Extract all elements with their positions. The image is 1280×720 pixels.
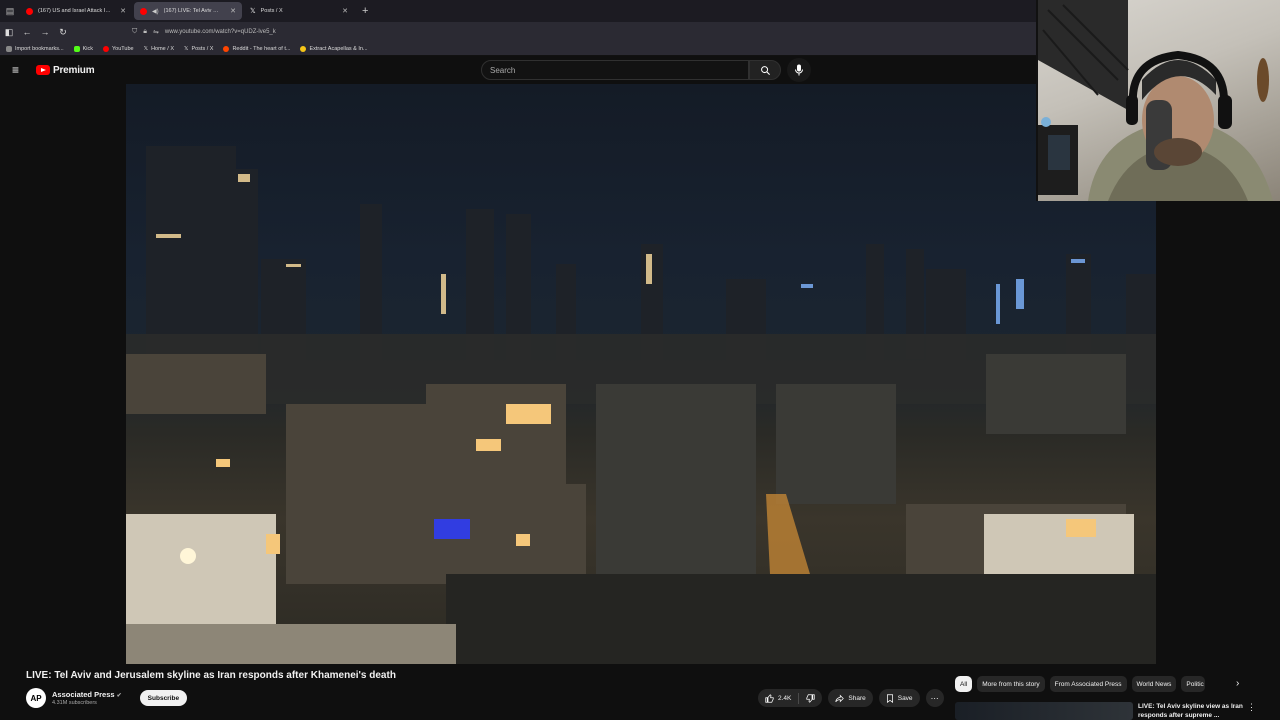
youtube-icon [36, 65, 50, 75]
tab-label: (167) US and Israel Attack Iran [38, 8, 112, 14]
more-actions-button[interactable]: ⋯ [925, 689, 944, 707]
import-icon [6, 45, 12, 52]
verified-icon: ✔︎ [116, 693, 122, 699]
bookmark-youtube[interactable]: YouTube [103, 45, 134, 52]
close-tab-icon[interactable]: ✕ [230, 7, 236, 15]
tab-label: (167) LIVE: Tel Aviv and Jer... [163, 8, 222, 14]
chip-more-from-story[interactable]: More from this story [977, 676, 1045, 692]
menu-icon[interactable]: ≡ [12, 63, 24, 77]
like-dislike-group: 2.4K [758, 689, 823, 707]
bookmark-icon [886, 693, 893, 703]
browser-tab-strip: ▤ (167) US and Israel Attack Iran ✕ ◀) (… [0, 0, 1040, 22]
right-margin [1156, 201, 1280, 663]
like-count: 2.4K [778, 694, 792, 702]
chip-politics[interactable]: Politic [1181, 676, 1206, 692]
bookmarks-bar: Import bookmarks... Kick YouTube 𝕏 Home /… [0, 42, 1040, 56]
video-actions: 2.4K Share Save ⋯ [758, 689, 944, 707]
bookmark-reddit[interactable]: Reddit - The heart of t... [223, 45, 291, 52]
tab-label: Posts / X [260, 8, 283, 14]
browser-tab[interactable]: 𝕏 Posts / X ✕ [244, 2, 354, 20]
x-icon: 𝕏 [143, 45, 149, 52]
recommended-title[interactable]: LIVE: Tel Aviv skyline view as Iran resp… [1138, 702, 1250, 720]
channel-name[interactable]: Associated Press ✔︎ [52, 690, 122, 699]
video-title: LIVE: Tel Aviv and Jerusalem skyline as … [26, 670, 396, 681]
search-input[interactable]: Search [481, 60, 749, 80]
x-icon: 𝕏 [250, 8, 256, 15]
close-tab-icon[interactable]: ✕ [120, 7, 126, 15]
more-horizontal-icon: ⋯ [930, 693, 939, 703]
sidebar-toggle-icon[interactable]: ◧ [0, 27, 18, 38]
permissions-icon[interactable]: ⇋ [153, 28, 159, 36]
bookmark-import[interactable]: Import bookmarks... [6, 45, 64, 52]
youtube-logo[interactable]: Premium [36, 64, 95, 76]
logo-text: Premium [53, 64, 95, 76]
bookmark-kick[interactable]: Kick [73, 45, 93, 52]
shield-icon[interactable]: ⛉ [132, 28, 137, 36]
forward-icon[interactable]: → [36, 27, 54, 37]
chip-all[interactable]: All [955, 676, 973, 692]
youtube-icon [103, 45, 109, 52]
kick-icon [73, 45, 80, 52]
url-bar[interactable]: ⛉ 🔒︎ ⇋ www.youtube.com/watch?v=qUDZ-lve5… [132, 24, 912, 40]
thumbs-down-icon [806, 693, 815, 703]
recommendation-chips: All More from this story From Associated… [955, 676, 1206, 692]
browser-tab-active[interactable]: ◀) (167) LIVE: Tel Aviv and Jer... ✕ [134, 2, 242, 20]
more-vertical-icon[interactable]: ⋮ [1247, 702, 1256, 713]
microphone-icon [795, 64, 803, 76]
speaker-icon[interactable]: ◀) [152, 8, 159, 15]
channel-avatar[interactable]: AP [26, 688, 46, 708]
x-icon: 𝕏 [184, 45, 189, 52]
chip-from-associated-press[interactable]: From Associated Press [1049, 676, 1127, 692]
share-label: Share [848, 694, 866, 702]
streamer-webcam-image [1038, 0, 1273, 201]
recommended-thumbnail[interactable] [955, 702, 1133, 720]
bookmark-label: YouTube [112, 45, 134, 52]
bookmark-label: Kick [82, 45, 93, 52]
back-icon[interactable]: ← [18, 27, 36, 37]
bookmark-label: Extract Acapellas & In... [309, 45, 368, 52]
channel-name-text[interactable]: Associated Press [52, 690, 115, 699]
lock-icon[interactable]: 🔒︎ [143, 28, 147, 36]
search-button[interactable] [749, 60, 781, 80]
new-tab-icon[interactable]: + [362, 5, 368, 17]
bookmark-home-x[interactable]: 𝕏 Home / X [144, 46, 174, 52]
dislike-button[interactable] [799, 689, 822, 707]
bookmark-label: Home / X [151, 45, 174, 52]
youtube-icon [140, 7, 147, 15]
close-tab-icon[interactable]: ✕ [342, 7, 348, 15]
city-skyline-video-frame [126, 146, 1156, 664]
save-label: Save [897, 694, 913, 702]
tab-list-icon[interactable]: ▤ [0, 0, 20, 22]
webcam-overlay [1036, 0, 1280, 201]
share-icon [835, 694, 845, 702]
bookmark-label: Reddit - The heart of t... [232, 45, 291, 52]
thumbs-up-icon [765, 693, 774, 703]
chevron-right-icon[interactable]: › [1236, 678, 1239, 689]
bookmark-label: Import bookmarks... [15, 45, 64, 52]
reload-icon[interactable]: ↻ [54, 27, 72, 38]
like-button[interactable]: 2.4K [758, 689, 798, 707]
browser-tab[interactable]: (167) US and Israel Attack Iran ✕ [20, 2, 132, 20]
youtube-icon [26, 7, 33, 15]
youtube-masthead: ≡ Premium Search [0, 56, 1040, 84]
bookmark-label: Posts / X [191, 45, 214, 52]
save-button[interactable]: Save [878, 689, 920, 707]
browser-nav-bar: ◧ ← → ↻ ⛉ 🔒︎ ⇋ www.youtube.com/watch?v=q… [0, 22, 1040, 42]
chip-world-news[interactable]: World News [1131, 676, 1177, 692]
voice-search-button[interactable] [787, 58, 811, 82]
video-player[interactable] [126, 84, 1156, 664]
url-text[interactable]: www.youtube.com/watch?v=qUDZ-lve5_k [165, 29, 276, 35]
search-icon [760, 65, 770, 75]
channel-row: AP Associated Press ✔︎ 4.31M subscribers… [26, 686, 188, 710]
subscribe-button[interactable]: Subscribe [139, 690, 188, 706]
emoji-icon [300, 45, 307, 52]
reddit-icon [223, 45, 230, 52]
channel-meta: Associated Press ✔︎ 4.31M subscribers [52, 690, 122, 706]
bookmark-posts-x[interactable]: 𝕏 Posts / X [184, 46, 213, 52]
share-button[interactable]: Share [828, 689, 873, 707]
recommended-video[interactable]: LIVE: Tel Aviv skyline view as Iran resp… [955, 700, 1280, 720]
bookmark-acapellas[interactable]: Extract Acapellas & In... [300, 45, 368, 52]
subscriber-count: 4.31M subscribers [52, 700, 97, 706]
